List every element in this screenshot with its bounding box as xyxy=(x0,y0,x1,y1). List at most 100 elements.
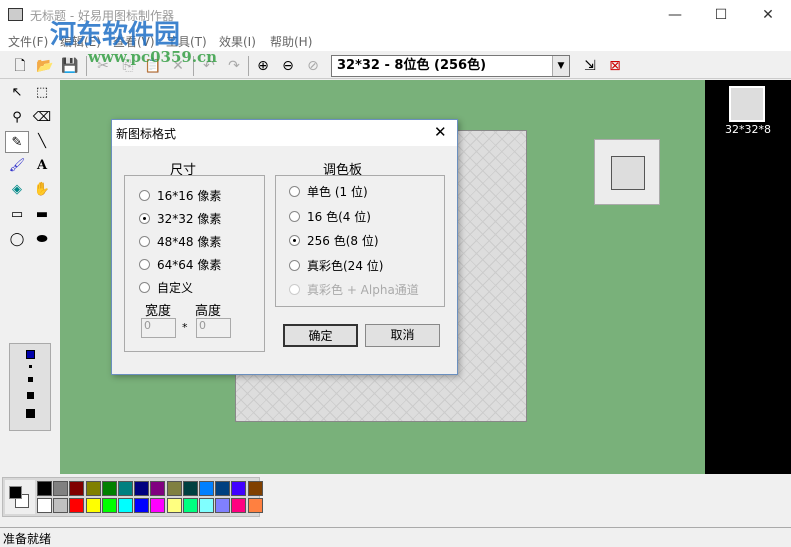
color-swatch[interactable] xyxy=(101,498,117,513)
menu-file[interactable]: 文件(F) xyxy=(8,33,48,50)
color-swatch[interactable] xyxy=(118,498,133,513)
color-swatch[interactable] xyxy=(134,498,150,513)
size-16-radio[interactable]: 16*16 像素 xyxy=(139,187,221,204)
rectangle-tool-icon[interactable]: ▭ xyxy=(5,204,29,226)
watermark-logo: 河东软件园 xyxy=(50,20,181,50)
size-48-radio[interactable]: 48*48 像素 xyxy=(139,233,221,250)
status-bar: 准备就绪 xyxy=(0,527,791,546)
height-input[interactable]: 0 xyxy=(196,318,231,338)
pencil-tool-icon[interactable]: ✎ xyxy=(5,131,29,153)
size-32-radio[interactable]: 32*32 像素 xyxy=(139,210,221,227)
menu-help[interactable]: 帮助(H) xyxy=(270,33,312,50)
icon-preview xyxy=(594,139,660,205)
zoom-reset-icon[interactable]: ⊘ xyxy=(302,55,324,77)
brush-size-4[interactable] xyxy=(27,392,34,399)
format-combo[interactable]: 32*32 - 8位色 (256色) ▼ xyxy=(331,55,570,77)
color-swatch[interactable] xyxy=(118,481,133,496)
dialog-title: 新图标格式 xyxy=(116,127,177,141)
color-swatch[interactable] xyxy=(166,481,182,496)
format-thumbnail-label: 32*32*8 xyxy=(725,123,771,136)
color-swatch[interactable] xyxy=(150,498,166,513)
chevron-down-icon[interactable]: ▼ xyxy=(552,56,569,76)
maximize-button[interactable]: ☐ xyxy=(698,0,744,30)
format-thumbnail[interactable] xyxy=(729,86,765,122)
mono-radio[interactable]: 单色 (1 位) xyxy=(289,183,368,200)
color-swatch[interactable] xyxy=(199,498,214,513)
true-color-alpha-radio: 真彩色 + Alpha通道 xyxy=(289,281,419,298)
color-palette xyxy=(2,477,263,517)
16-color-radio[interactable]: 16 色(4 位) xyxy=(289,208,371,225)
brush-size-1[interactable] xyxy=(26,350,35,359)
color-swatch[interactable] xyxy=(231,498,247,513)
width-label: 宽度 xyxy=(145,304,172,319)
save-icon[interactable]: 💾 xyxy=(59,55,81,77)
delete-format-icon[interactable]: ⊠ xyxy=(604,55,626,77)
color-swatch[interactable] xyxy=(53,498,69,513)
color-swatch[interactable] xyxy=(215,498,231,513)
add-format-icon[interactable]: ⇲ xyxy=(579,55,601,77)
color-swatch[interactable] xyxy=(247,498,263,513)
color-swatch[interactable] xyxy=(101,481,117,496)
brush-size-selector[interactable] xyxy=(9,343,51,431)
color-swatch[interactable] xyxy=(199,481,214,496)
app-icon xyxy=(8,8,23,21)
color-swatch[interactable] xyxy=(85,481,101,496)
color-swatch[interactable] xyxy=(182,498,198,513)
zoom-in-icon[interactable]: ⊕ xyxy=(252,55,274,77)
color-swatch[interactable] xyxy=(37,498,52,513)
redo-icon[interactable]: ↷ xyxy=(223,55,245,77)
filled-ellipse-tool-icon[interactable]: ⬬ xyxy=(30,229,54,251)
color-swatch[interactable] xyxy=(166,498,182,513)
brush-tool-icon[interactable]: 🖌 xyxy=(5,155,29,177)
dialog-close-icon[interactable]: ✕ xyxy=(434,123,447,141)
pointer-tool-icon[interactable]: ↖ xyxy=(5,82,29,104)
cancel-button[interactable]: 取消 xyxy=(365,324,440,347)
eyedropper-tool-icon[interactable]: ⚲ xyxy=(5,107,29,129)
status-text: 准备就绪 xyxy=(3,532,52,546)
format-combo-value: 32*32 - 8位色 (256色) xyxy=(337,58,487,73)
new-icon-format-dialog: 新图标格式 ✕ 尺寸 16*16 像素 32*32 像素 48*48 像素 64… xyxy=(111,119,458,375)
color-swatch[interactable] xyxy=(85,498,101,513)
format-list-panel: 32*32*8 xyxy=(705,80,791,474)
new-icon[interactable]: 🗋 xyxy=(9,55,31,77)
true-color-radio[interactable]: 真彩色(24 位) xyxy=(289,257,383,274)
filled-rectangle-tool-icon[interactable]: ▬ xyxy=(30,204,54,226)
separator xyxy=(86,56,87,76)
dialog-title-bar: 新图标格式 ✕ xyxy=(112,120,457,146)
minimize-button[interactable]: — xyxy=(652,0,698,30)
brush-size-2[interactable] xyxy=(29,365,32,368)
zoom-out-icon[interactable]: ⊖ xyxy=(277,55,299,77)
menu-effects[interactable]: 效果(I) xyxy=(219,33,256,50)
color-swatch[interactable] xyxy=(37,481,52,496)
fill-tool-icon[interactable]: ◈ xyxy=(5,179,29,201)
close-button[interactable]: ✕ xyxy=(745,0,791,30)
ok-button[interactable]: 确定 xyxy=(283,324,358,347)
brush-size-3[interactable] xyxy=(28,377,33,382)
line-tool-icon[interactable]: ╲ xyxy=(30,131,54,153)
text-tool-icon[interactable]: A xyxy=(30,155,54,177)
times-sign: * xyxy=(182,321,188,334)
size-custom-radio[interactable]: 自定义 xyxy=(139,279,193,296)
eraser-tool-icon[interactable]: ⌫ xyxy=(30,107,54,129)
size-64-radio[interactable]: 64*64 像素 xyxy=(139,256,221,273)
color-swatch[interactable] xyxy=(53,481,69,496)
color-swatch[interactable] xyxy=(215,481,231,496)
current-colors[interactable] xyxy=(5,480,35,514)
ellipse-tool-icon[interactable]: ◯ xyxy=(5,229,29,251)
256-color-radio[interactable]: 256 色(8 位) xyxy=(289,232,379,249)
open-icon[interactable]: 📂 xyxy=(34,55,56,77)
color-swatch[interactable] xyxy=(231,481,247,496)
color-swatch[interactable] xyxy=(182,481,198,496)
color-swatch[interactable] xyxy=(134,481,150,496)
color-swatch[interactable] xyxy=(69,481,85,496)
color-swatch[interactable] xyxy=(150,481,166,496)
foreground-color[interactable] xyxy=(9,486,22,499)
hand-tool-icon[interactable]: ✋ xyxy=(30,179,54,201)
brush-size-5[interactable] xyxy=(26,409,35,418)
select-rect-tool-icon[interactable]: ⬚ xyxy=(30,82,54,104)
color-swatch[interactable] xyxy=(69,498,85,513)
color-swatch[interactable] xyxy=(247,481,263,496)
toolbox: ↖ ⬚ ⚲ ⌫ ✎ ╲ 🖌 A ◈ ✋ ▭ ▬ ◯ ⬬ xyxy=(0,80,60,474)
width-input[interactable]: 0 xyxy=(141,318,176,338)
watermark-url: www.pc0359.cn xyxy=(88,48,218,66)
